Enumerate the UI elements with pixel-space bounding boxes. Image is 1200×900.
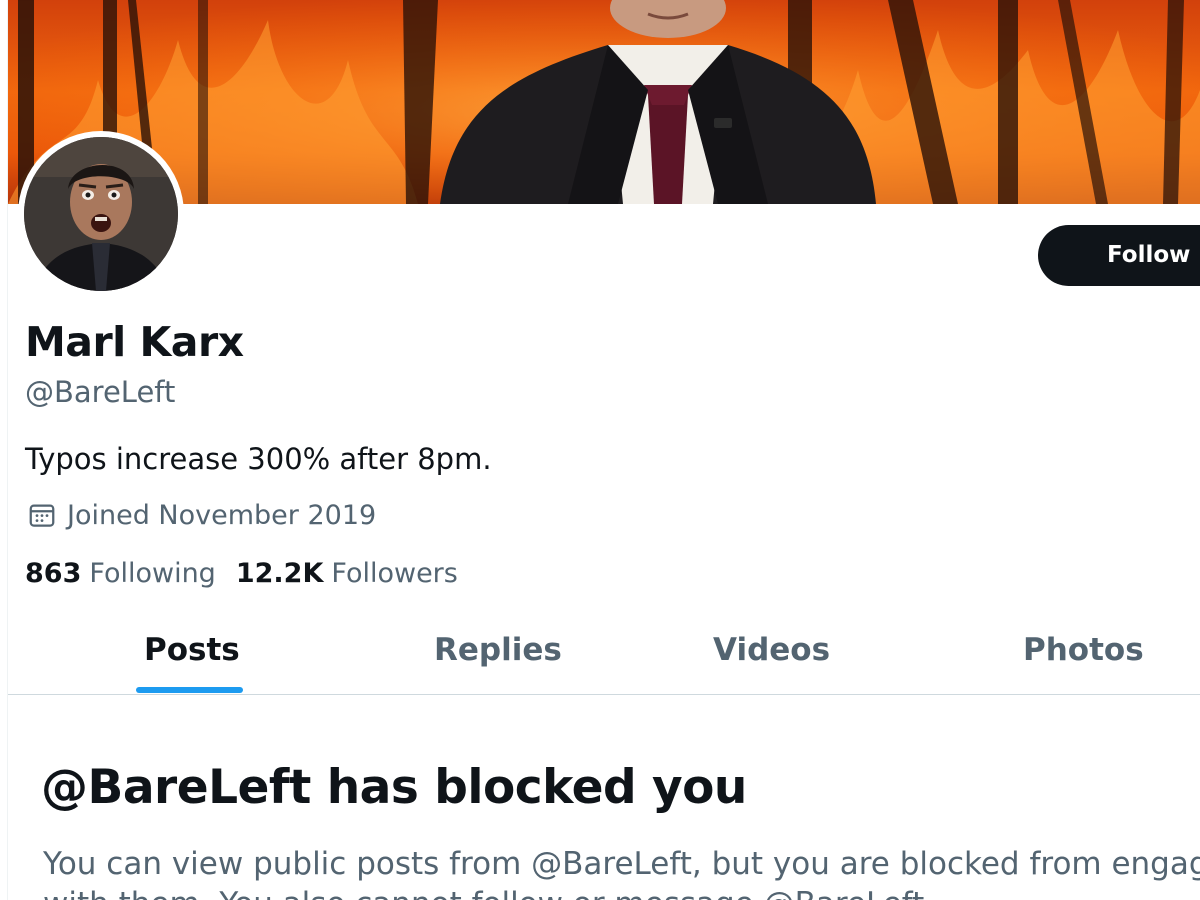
followers-label: Followers (331, 558, 458, 589)
following-label: Following (89, 558, 216, 589)
joined-date: Joined November 2019 (27, 497, 376, 533)
joined-label: Joined November 2019 (67, 499, 377, 531)
left-border (0, 0, 8, 900)
tab-replies[interactable]: Replies (434, 632, 562, 668)
profile-tabs: Posts Replies Videos Photos (8, 612, 1200, 695)
tab-posts[interactable]: Posts (144, 632, 240, 668)
profile-handle: @BareLeft (25, 375, 176, 409)
tab-videos[interactable]: Videos (713, 632, 830, 668)
following-link[interactable]: 863 Following (25, 558, 216, 589)
blocked-title: @BareLeft has blocked you (41, 760, 747, 815)
follow-stats: 863 Following 12.2K Followers (25, 558, 458, 589)
blocked-message: You can view public posts from @BareLeft… (43, 846, 1200, 900)
profile-bio: Typos increase 300% after 8pm. (25, 442, 492, 476)
banner-image (8, 0, 1200, 204)
avatar-frame[interactable] (18, 131, 184, 297)
followers-link[interactable]: 12.2K Followers (236, 558, 458, 589)
tab-photos[interactable]: Photos (1023, 632, 1144, 668)
calendar-icon (27, 500, 57, 530)
follow-button[interactable]: Follow (1038, 225, 1200, 286)
profile-page: Follow Marl Karx @BareLeft Typos increas… (0, 0, 1200, 900)
display-name: Marl Karx (25, 318, 244, 366)
profile-banner[interactable] (8, 0, 1200, 204)
avatar-image (24, 137, 178, 291)
avatar[interactable] (24, 137, 178, 291)
following-count: 863 (25, 558, 82, 589)
followers-count: 12.2K (235, 558, 324, 589)
active-tab-indicator (136, 687, 243, 693)
